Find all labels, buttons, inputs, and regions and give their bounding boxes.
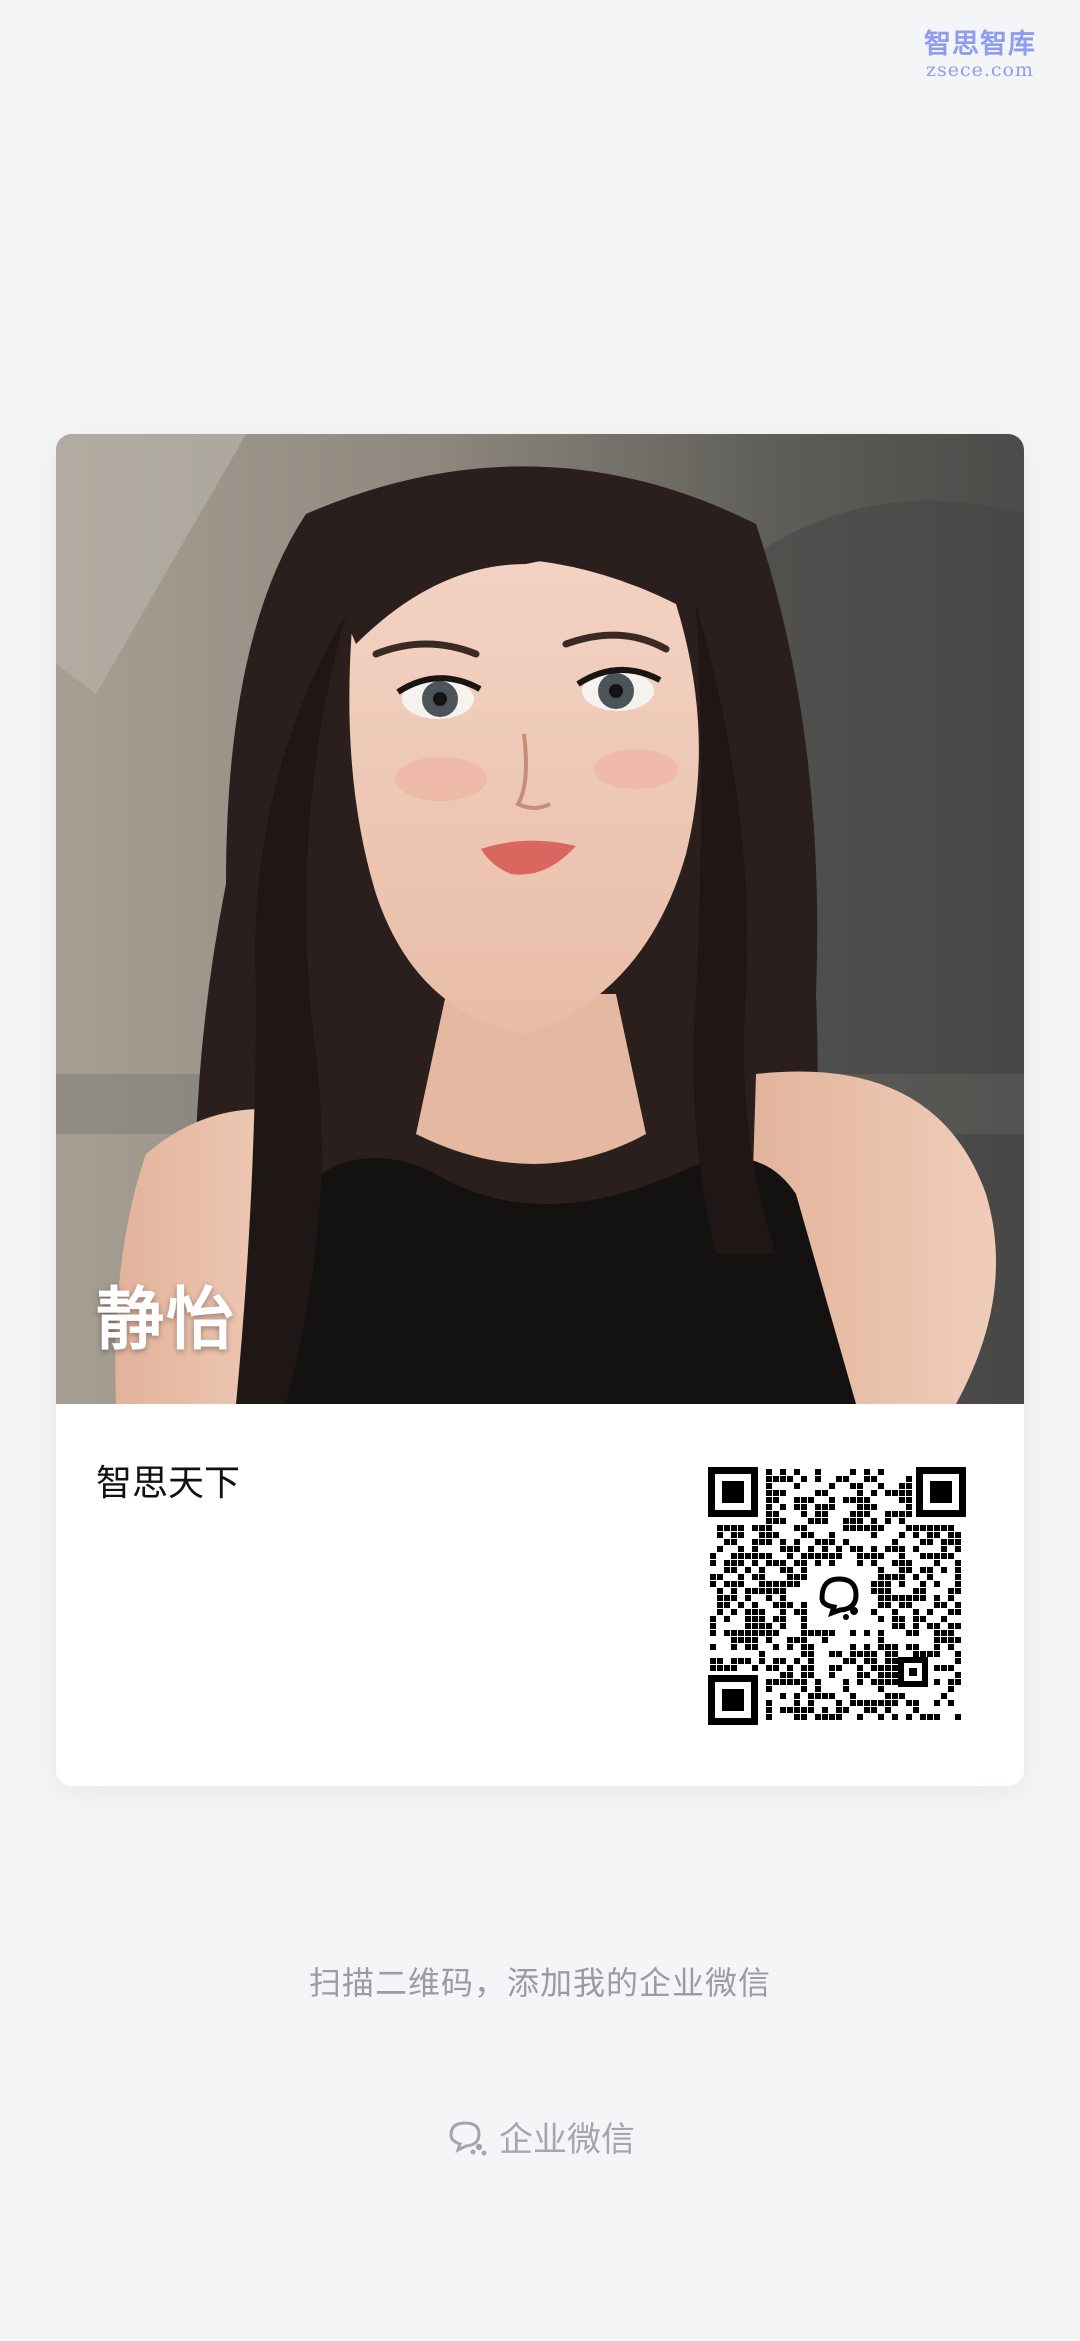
contact-card: 静怡 智思天下 xyxy=(56,434,1024,1786)
wecom-brand: 企业微信 xyxy=(0,2112,1080,2161)
wecom-label: 企业微信 xyxy=(499,2120,635,2160)
qr-code[interactable] xyxy=(708,1467,966,1725)
watermark-url: zsece.com xyxy=(925,59,1035,81)
profile-photo: 静怡 xyxy=(56,434,1024,1404)
company-name: 智思天下 xyxy=(96,1463,241,1504)
scan-hint: 扫描二维码，添加我的企业微信 xyxy=(308,1964,771,2002)
watermark: 智思智库 zsece.com xyxy=(924,29,1036,81)
contact-name: 静怡 xyxy=(96,1281,237,1360)
watermark-text: 智思智库 xyxy=(924,29,1036,60)
wecom-logo-icon xyxy=(449,2120,487,2155)
